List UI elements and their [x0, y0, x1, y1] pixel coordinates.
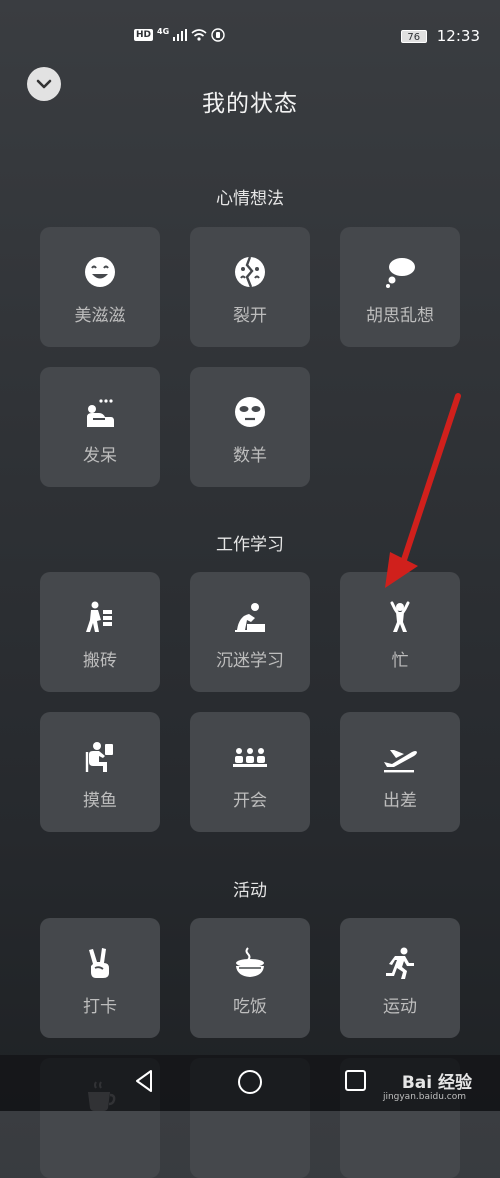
battery-icon: 76 [400, 29, 427, 43]
busy-person-icon [390, 601, 410, 632]
hand-icon [211, 28, 225, 42]
status-tile-chuchai[interactable]: 出差 [340, 712, 460, 832]
study-person-icon [235, 603, 265, 632]
meeting-icon [233, 748, 267, 767]
watermark-url: jingyan.baidu.com [382, 1092, 466, 1102]
tile-label: 胡思乱想 [366, 306, 434, 326]
airplane-icon [384, 750, 417, 773]
tile-label: 数羊 [233, 446, 267, 466]
tile-label: 沉迷学习 [216, 651, 284, 671]
nav-back-button[interactable] [133, 1069, 155, 1097]
daydream-person-icon [87, 399, 114, 427]
status-tile-meizizi[interactable]: 美滋滋 [40, 227, 160, 347]
nav-recents-icon [345, 1070, 366, 1091]
tile-label: 开会 [233, 791, 267, 811]
status-icons-right: 76 12:33 [400, 27, 480, 45]
nav-back-icon [136, 1070, 152, 1092]
nav-home-icon [238, 1070, 262, 1094]
running-icon [386, 947, 414, 979]
tile-label: 美滋滋 [74, 306, 126, 326]
status-tile-kaihui[interactable]: 开会 [190, 712, 310, 832]
tile-label: 裂开 [233, 306, 267, 326]
network-label: 4G [157, 26, 170, 36]
baidu-jingyan-watermark: Bai 经验 [401, 1073, 472, 1093]
rice-bowl-icon [236, 947, 264, 977]
status-tile-fadai[interactable]: 发呆 [40, 367, 160, 487]
clock: 12:33 [436, 27, 480, 45]
wifi-icon [191, 29, 207, 41]
sleep-mask-face-icon [235, 397, 265, 427]
section-title-work: 工作学习 [216, 535, 284, 555]
carry-bricks-icon [86, 601, 112, 632]
status-tile-mang[interactable]: 忙 [340, 572, 460, 692]
tile-label: 摸鱼 [83, 791, 117, 811]
signal-icon [173, 29, 188, 41]
smile-face-icon [85, 257, 115, 287]
thought-bubble-icon [386, 258, 415, 288]
victory-hand-icon [89, 948, 109, 978]
page-title: 我的状态 [202, 91, 298, 117]
status-tile-banzhuan[interactable]: 搬砖 [40, 572, 160, 692]
tile-label: 出差 [383, 791, 417, 811]
status-tile-yundong[interactable]: 运动 [340, 918, 460, 1038]
nav-recents-button[interactable] [344, 1069, 368, 1097]
section-title-activity: 活动 [233, 881, 267, 901]
hd-badge: HD [134, 29, 154, 41]
status-tile-husiluanxiang[interactable]: 胡思乱想 [340, 227, 460, 347]
tile-label: 吃饭 [233, 997, 267, 1017]
status-tile-chifan[interactable]: 吃饭 [190, 918, 310, 1038]
status-tile-moyu[interactable]: 摸鱼 [40, 712, 160, 832]
status-tile-chenmixuexi[interactable]: 沉迷学习 [190, 572, 310, 692]
tile-label: 搬砖 [83, 651, 117, 671]
section-title-mood: 心情想法 [216, 189, 284, 209]
tile-label: 忙 [391, 651, 409, 671]
status-bar: HD 4G 76 12:33 [0, 0, 500, 72]
tile-label: 发呆 [83, 446, 117, 466]
status-tile-shuyang[interactable]: 数羊 [190, 367, 310, 487]
tile-label: 运动 [383, 997, 417, 1017]
status-tile-daka[interactable]: 打卡 [40, 918, 160, 1038]
nav-home-button[interactable] [237, 1069, 263, 1099]
slacking-person-icon [85, 742, 113, 772]
cracked-face-icon [235, 256, 265, 288]
status-icons-left: HD 4G [134, 26, 225, 42]
tile-label: 打卡 [83, 997, 117, 1017]
status-tile-liekai[interactable]: 裂开 [190, 227, 310, 347]
